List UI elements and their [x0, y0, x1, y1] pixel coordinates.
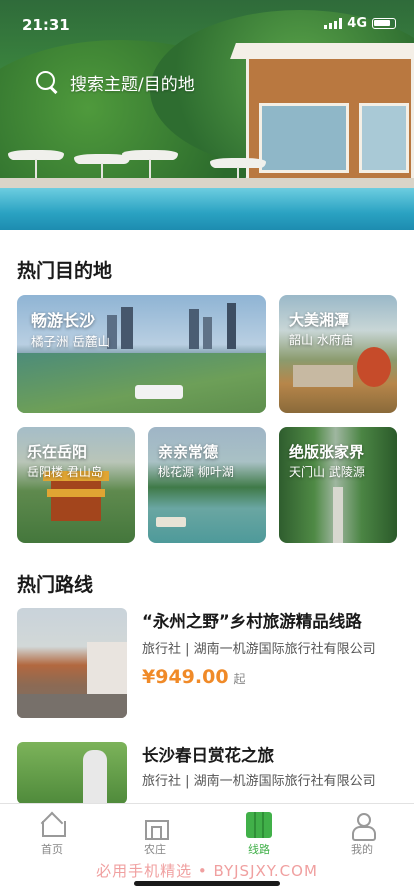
- villa-image: [230, 43, 414, 184]
- price-amount: ¥949.00: [142, 666, 229, 688]
- route-title[interactable]: “永州之野”乡村旅游精品线路: [142, 608, 362, 632]
- status-bar: 21:31 4G: [0, 0, 414, 46]
- tab-profile[interactable]: 我的: [327, 812, 397, 857]
- tab-label: 我的: [351, 843, 373, 856]
- route-title[interactable]: 长沙春日赏花之旅: [142, 742, 274, 766]
- tab-home[interactable]: 首页: [17, 812, 87, 857]
- destination-spots: 橘子洲 岳麓山: [31, 334, 110, 349]
- destinations-title: 热门目的地: [17, 260, 113, 282]
- network-label: 4G: [347, 16, 367, 31]
- destination-name: 大美湘潭: [289, 311, 350, 329]
- profile-icon: [349, 812, 376, 841]
- farm-icon: [142, 812, 169, 840]
- destination-card-changde[interactable]: 亲亲常德 桃花源 柳叶湖: [148, 427, 266, 543]
- route-price: ¥949.00 起: [142, 666, 246, 688]
- price-unit: 起: [233, 672, 246, 686]
- destination-card-yueyang[interactable]: 乐在岳阳 岳阳楼 君山岛: [17, 427, 135, 543]
- destination-card-xiangtan[interactable]: 大美湘潭 韶山 水府庙: [279, 295, 397, 413]
- destination-name: 绝版张家界: [289, 443, 365, 461]
- map-icon: [246, 812, 272, 838]
- destination-spots: 天门山 武陵源: [289, 465, 365, 479]
- search-bar[interactable]: 搜索主题/目的地: [36, 66, 195, 98]
- tab-label: 农庄: [144, 843, 166, 856]
- tab-label: 首页: [41, 843, 63, 856]
- route-image[interactable]: [17, 742, 127, 804]
- status-time: 21:31: [22, 16, 70, 34]
- home-indicator[interactable]: [134, 881, 280, 886]
- destination-name: 畅游长沙: [31, 311, 96, 330]
- route-agency: 旅行社 | 湖南一机游国际旅行社有限公司: [142, 642, 376, 657]
- watermark: 必用手机精选 • BYJSJXY.COM: [96, 862, 318, 880]
- destination-spots: 韶山 水府庙: [289, 333, 353, 347]
- destination-card-changsha[interactable]: 畅游长沙 橘子洲 岳麓山: [17, 295, 266, 413]
- route-agency: 旅行社 | 湖南一机游国际旅行社有限公司: [142, 774, 376, 789]
- tab-farm[interactable]: 农庄: [120, 812, 190, 857]
- destination-name: 亲亲常德: [158, 443, 219, 461]
- home-icon: [39, 812, 66, 838]
- signal-icon: [324, 18, 343, 29]
- tab-routes[interactable]: 线路: [224, 812, 294, 857]
- battery-icon: [372, 18, 396, 29]
- destination-spots: 岳阳楼 君山岛: [27, 465, 103, 479]
- destination-name: 乐在岳阳: [27, 443, 88, 461]
- tab-label: 线路: [248, 843, 270, 856]
- routes-title: 热门路线: [17, 574, 94, 596]
- search-placeholder: 搜索主题/目的地: [70, 74, 195, 95]
- destination-card-zhangjiajie[interactable]: 绝版张家界 天门山 武陵源: [279, 427, 397, 543]
- route-image[interactable]: [17, 608, 127, 718]
- destination-spots: 桃花源 柳叶湖: [158, 465, 234, 479]
- search-icon: [36, 71, 58, 93]
